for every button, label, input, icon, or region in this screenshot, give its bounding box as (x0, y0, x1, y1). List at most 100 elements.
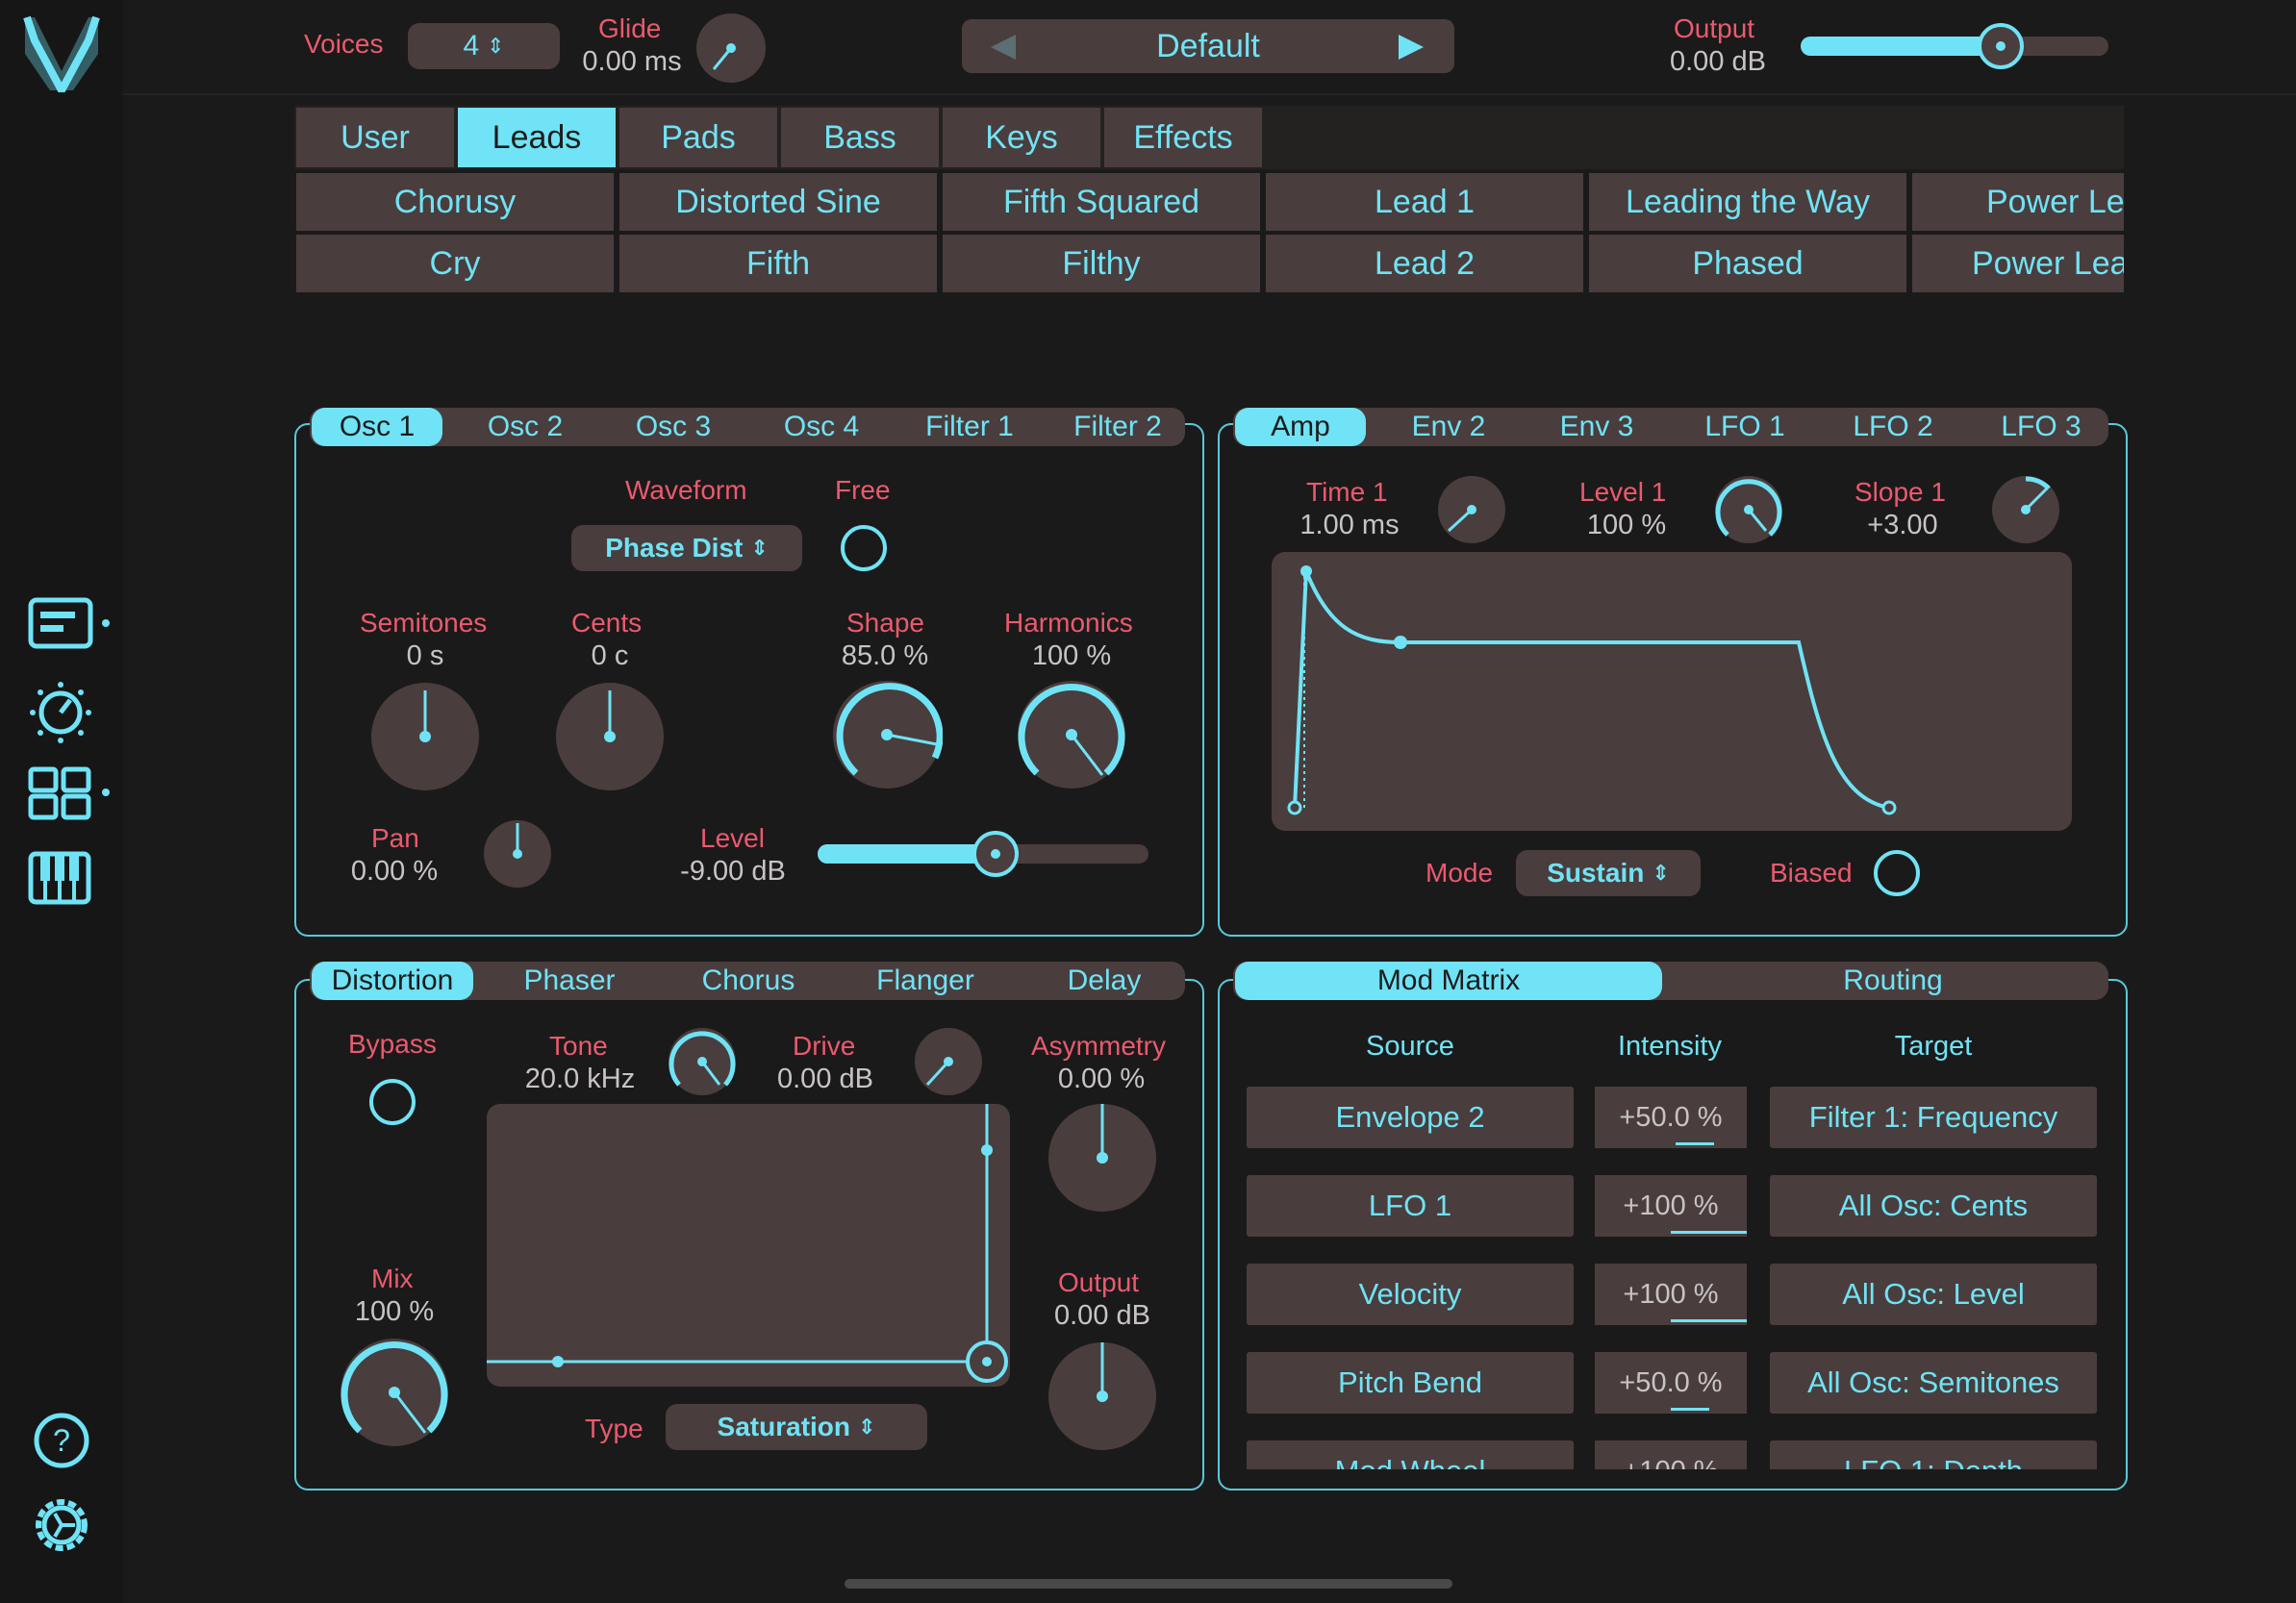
tab-leads[interactable]: Leads (458, 108, 616, 167)
mod-intensity[interactable]: +100 % (1595, 1264, 1747, 1325)
tab-keys[interactable]: Keys (943, 108, 1100, 167)
tab-osc-4[interactable]: Osc 4 (756, 408, 887, 446)
preset-item[interactable]: Cry (296, 235, 614, 292)
mod-source[interactable]: Pitch Bend (1247, 1352, 1574, 1414)
output-slider-thumb[interactable] (1977, 22, 2025, 70)
tab-lfo-1[interactable]: LFO 1 (1679, 408, 1810, 446)
preset-item[interactable]: Filthy (943, 235, 1260, 292)
voices-value: 4 (463, 30, 480, 62)
mix-value: 100 % (354, 1296, 435, 1327)
tone-label: Tone (549, 1031, 608, 1061)
preset-item[interactable]: Fifth (619, 235, 937, 292)
mod-intensity[interactable]: +50.0 % (1595, 1352, 1747, 1414)
mod-target[interactable]: All Osc: Cents (1770, 1175, 2097, 1237)
tab-env-2[interactable]: Env 2 (1383, 408, 1514, 446)
free-toggle[interactable] (839, 523, 889, 573)
mod-target[interactable]: LFO 1: Depth (1770, 1440, 2097, 1469)
mod-source[interactable]: Mod Wheel (1247, 1440, 1574, 1469)
mod-target[interactable]: All Osc: Level (1770, 1264, 2097, 1325)
pan-knob[interactable] (483, 819, 552, 889)
fx-output-value: 0.00 dB (1054, 1300, 1150, 1331)
biased-toggle[interactable] (1872, 848, 1922, 898)
waveform-value: Phase Dist (605, 533, 744, 563)
tab-osc-1[interactable]: Osc 1 (312, 408, 442, 446)
settings-icon[interactable] (29, 1492, 94, 1558)
tab-amp[interactable]: Amp (1235, 408, 1366, 446)
mod-source[interactable]: Envelope 2 (1247, 1087, 1574, 1148)
slope-value: +3.00 (1867, 510, 1938, 540)
tab-env-3[interactable]: Env 3 (1531, 408, 1662, 446)
prev-preset-icon[interactable] (987, 33, 1022, 62)
preset-item[interactable]: Chorusy (296, 173, 614, 231)
shape-knob[interactable] (831, 679, 943, 790)
tab-effects[interactable]: Effects (1104, 108, 1262, 167)
distortion-curve-display[interactable] (487, 1104, 1010, 1387)
level-slider[interactable] (818, 831, 1148, 877)
level1-knob[interactable] (1714, 475, 1783, 544)
voices-stepper[interactable]: 4 ⇕ (408, 23, 560, 69)
cents-knob[interactable] (554, 681, 666, 792)
tab-filter-2[interactable]: Filter 2 (1052, 408, 1183, 446)
grid-icon[interactable] (27, 765, 114, 823)
mod-target[interactable]: All Osc: Semitones (1770, 1352, 2097, 1414)
tab-user[interactable]: User (296, 108, 454, 167)
mod-intensity[interactable]: +100 % (1595, 1175, 1747, 1237)
type-select[interactable]: Saturation ⇕ (666, 1404, 927, 1450)
fx-output-knob[interactable] (1047, 1340, 1158, 1452)
tab-lfo-2[interactable]: LFO 2 (1828, 408, 1958, 446)
tab-osc-3[interactable]: Osc 3 (608, 408, 739, 446)
mix-knob[interactable] (339, 1337, 450, 1448)
editor-icon[interactable] (27, 596, 114, 654)
mod-source[interactable]: LFO 1 (1247, 1175, 1574, 1237)
sidebar: ? (0, 0, 123, 1603)
preset-item[interactable]: Lead 1 (1266, 173, 1583, 231)
mod-intensity[interactable]: +100 % (1595, 1440, 1747, 1469)
envelope-display[interactable] (1272, 552, 2072, 831)
level-value: -9.00 dB (680, 856, 786, 887)
semitones-knob[interactable] (369, 681, 481, 792)
voices-label: Voices (304, 29, 384, 59)
output-slider[interactable] (1801, 23, 2108, 69)
tab-osc-2[interactable]: Osc 2 (460, 408, 591, 446)
preset-item[interactable]: Power Lea (1912, 173, 2124, 231)
mod-source[interactable]: Velocity (1247, 1264, 1574, 1325)
mod-intensity[interactable]: +50.0 % (1595, 1087, 1747, 1148)
tab-lfo-3[interactable]: LFO 3 (1976, 408, 2107, 446)
help-icon[interactable]: ? (31, 1410, 92, 1471)
preset-item[interactable]: Fifth Squared (943, 173, 1260, 231)
bypass-toggle[interactable] (367, 1077, 417, 1127)
tab-pads[interactable]: Pads (619, 108, 777, 167)
tab-mod-matrix[interactable]: Mod Matrix (1235, 962, 1662, 1000)
slope-knob[interactable] (1991, 475, 2060, 544)
preset-item[interactable]: Power Lea (1912, 235, 2124, 292)
level1-value: 100 % (1586, 510, 1667, 540)
tab-delay[interactable]: Delay (1023, 962, 1185, 1000)
level-slider-thumb[interactable] (971, 830, 1020, 878)
home-indicator[interactable] (845, 1579, 1452, 1589)
tone-knob[interactable] (668, 1027, 737, 1096)
harmonics-knob[interactable] (1016, 679, 1127, 790)
tab-flanger[interactable]: Flanger (845, 962, 1006, 1000)
drive-knob[interactable] (914, 1027, 983, 1096)
tab-chorus[interactable]: Chorus (668, 962, 829, 1000)
preset-item[interactable]: Leading the Way (1589, 173, 1906, 231)
keyboard-icon[interactable] (27, 850, 94, 908)
glide-knob[interactable] (694, 12, 768, 85)
tab-filter-1[interactable]: Filter 1 (904, 408, 1035, 446)
preset-selector[interactable]: Default (962, 19, 1454, 73)
waveform-select[interactable]: Phase Dist ⇕ (571, 525, 802, 571)
preset-item[interactable]: Distorted Sine (619, 173, 937, 231)
tab-distortion[interactable]: Distortion (312, 962, 473, 1000)
tuner-icon[interactable] (27, 679, 94, 746)
tab-routing[interactable]: Routing (1679, 962, 2107, 1000)
preset-item[interactable]: Lead 2 (1266, 235, 1583, 292)
asymmetry-knob[interactable] (1047, 1102, 1158, 1214)
mod-matrix-list[interactable]: Envelope 2 +50.0 % Filter 1: Frequency L… (1233, 1077, 2108, 1469)
mod-target[interactable]: Filter 1: Frequency (1770, 1087, 2097, 1148)
time-knob[interactable] (1437, 475, 1506, 544)
tab-bass[interactable]: Bass (781, 108, 939, 167)
tab-phaser[interactable]: Phaser (489, 962, 650, 1000)
mode-select[interactable]: Sustain ⇕ (1516, 850, 1701, 896)
next-preset-icon[interactable] (1395, 33, 1429, 62)
preset-item[interactable]: Phased (1589, 235, 1906, 292)
